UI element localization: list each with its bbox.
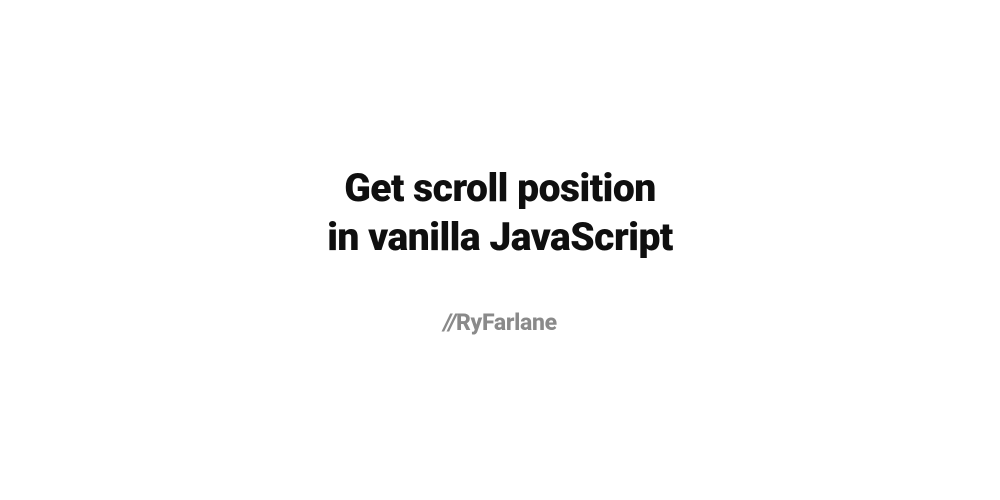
byline: //RyFarlane: [443, 309, 557, 336]
byline-name: RyFarlane: [456, 309, 557, 336]
title-line-1: Get scroll position: [344, 165, 656, 211]
page-title: Get scroll position in vanilla JavaScrip…: [327, 164, 673, 262]
byline-prefix: //: [443, 309, 456, 336]
title-line-2: in vanilla JavaScript: [327, 214, 673, 260]
